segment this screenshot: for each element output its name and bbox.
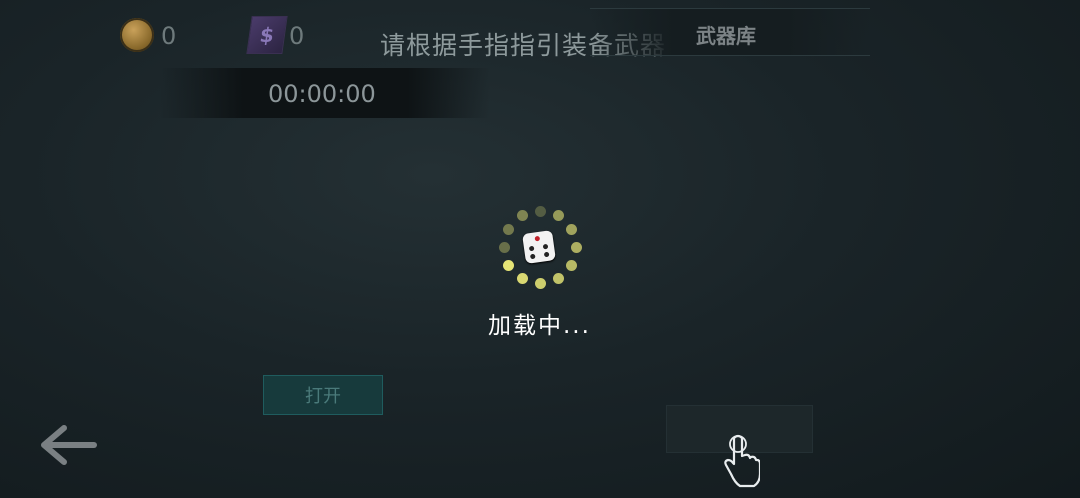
spinner-dot	[516, 272, 528, 284]
spinner-dot	[552, 210, 564, 222]
coin-count: 0	[161, 22, 177, 50]
spinner-dot	[565, 259, 577, 271]
spinner-dot	[534, 205, 546, 217]
timer-display: 00:00:00	[268, 80, 376, 108]
armory-title: 武器库	[696, 24, 756, 48]
gem-icon: $	[246, 16, 288, 54]
spinner-dot	[498, 241, 510, 253]
spinner-dot	[565, 223, 577, 235]
spinner-dot	[534, 277, 546, 289]
open-button[interactable]: 打开	[263, 375, 383, 415]
spinner-dot	[503, 223, 515, 235]
spinner-dot	[552, 272, 564, 284]
spinner-dot	[516, 210, 528, 222]
coin-icon	[120, 18, 154, 52]
spinner-dot	[570, 241, 582, 253]
open-button-label: 打开	[305, 386, 341, 407]
spinner-dot	[503, 259, 515, 271]
gem-count: 0	[289, 22, 305, 50]
back-arrow-icon[interactable]	[38, 424, 98, 466]
pointing-hand-icon	[720, 432, 762, 488]
loading-text: 加载中...	[488, 313, 591, 339]
dice-icon	[522, 230, 556, 264]
